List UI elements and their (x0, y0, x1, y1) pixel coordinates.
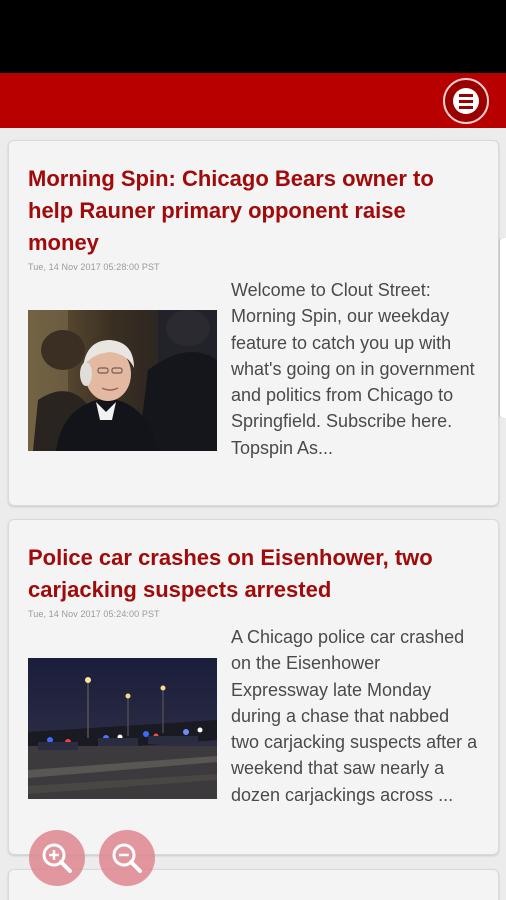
status-bar (0, 0, 506, 73)
article-title[interactable]: Morning Spin: Chicago Bears owner to hel… (28, 163, 473, 259)
article-excerpt: Welcome to Clout Street: Morning Spin, o… (231, 280, 475, 458)
article-card[interactable]: Police car crashes on Eisenhower, two ca… (8, 519, 499, 855)
zoom-in-icon (42, 843, 72, 873)
zoom-out-icon (112, 843, 142, 873)
article-excerpt: A Chicago police car crashed on the Eise… (231, 627, 478, 805)
article-title[interactable]: Police car crashes on Eisenhower, two ca… (28, 542, 473, 606)
app-bar (0, 73, 506, 128)
article-date: Tue, 14 Nov 2017 05:28:00 PST (28, 262, 160, 272)
zoom-out-button[interactable] (99, 830, 155, 886)
menu-icon (453, 88, 479, 114)
menu-button[interactable] (443, 78, 489, 124)
article-date: Tue, 14 Nov 2017 05:24:00 PST (28, 609, 160, 619)
article-thumbnail[interactable] (28, 658, 217, 799)
scroll-handle[interactable] (500, 238, 506, 418)
article-thumbnail[interactable] (28, 310, 217, 451)
zoom-in-button[interactable] (29, 830, 85, 886)
article-card[interactable]: Morning Spin: Chicago Bears owner to hel… (8, 140, 499, 506)
article-card[interactable] (8, 869, 499, 900)
article-list[interactable]: Morning Spin: Chicago Bears owner to hel… (0, 128, 506, 900)
